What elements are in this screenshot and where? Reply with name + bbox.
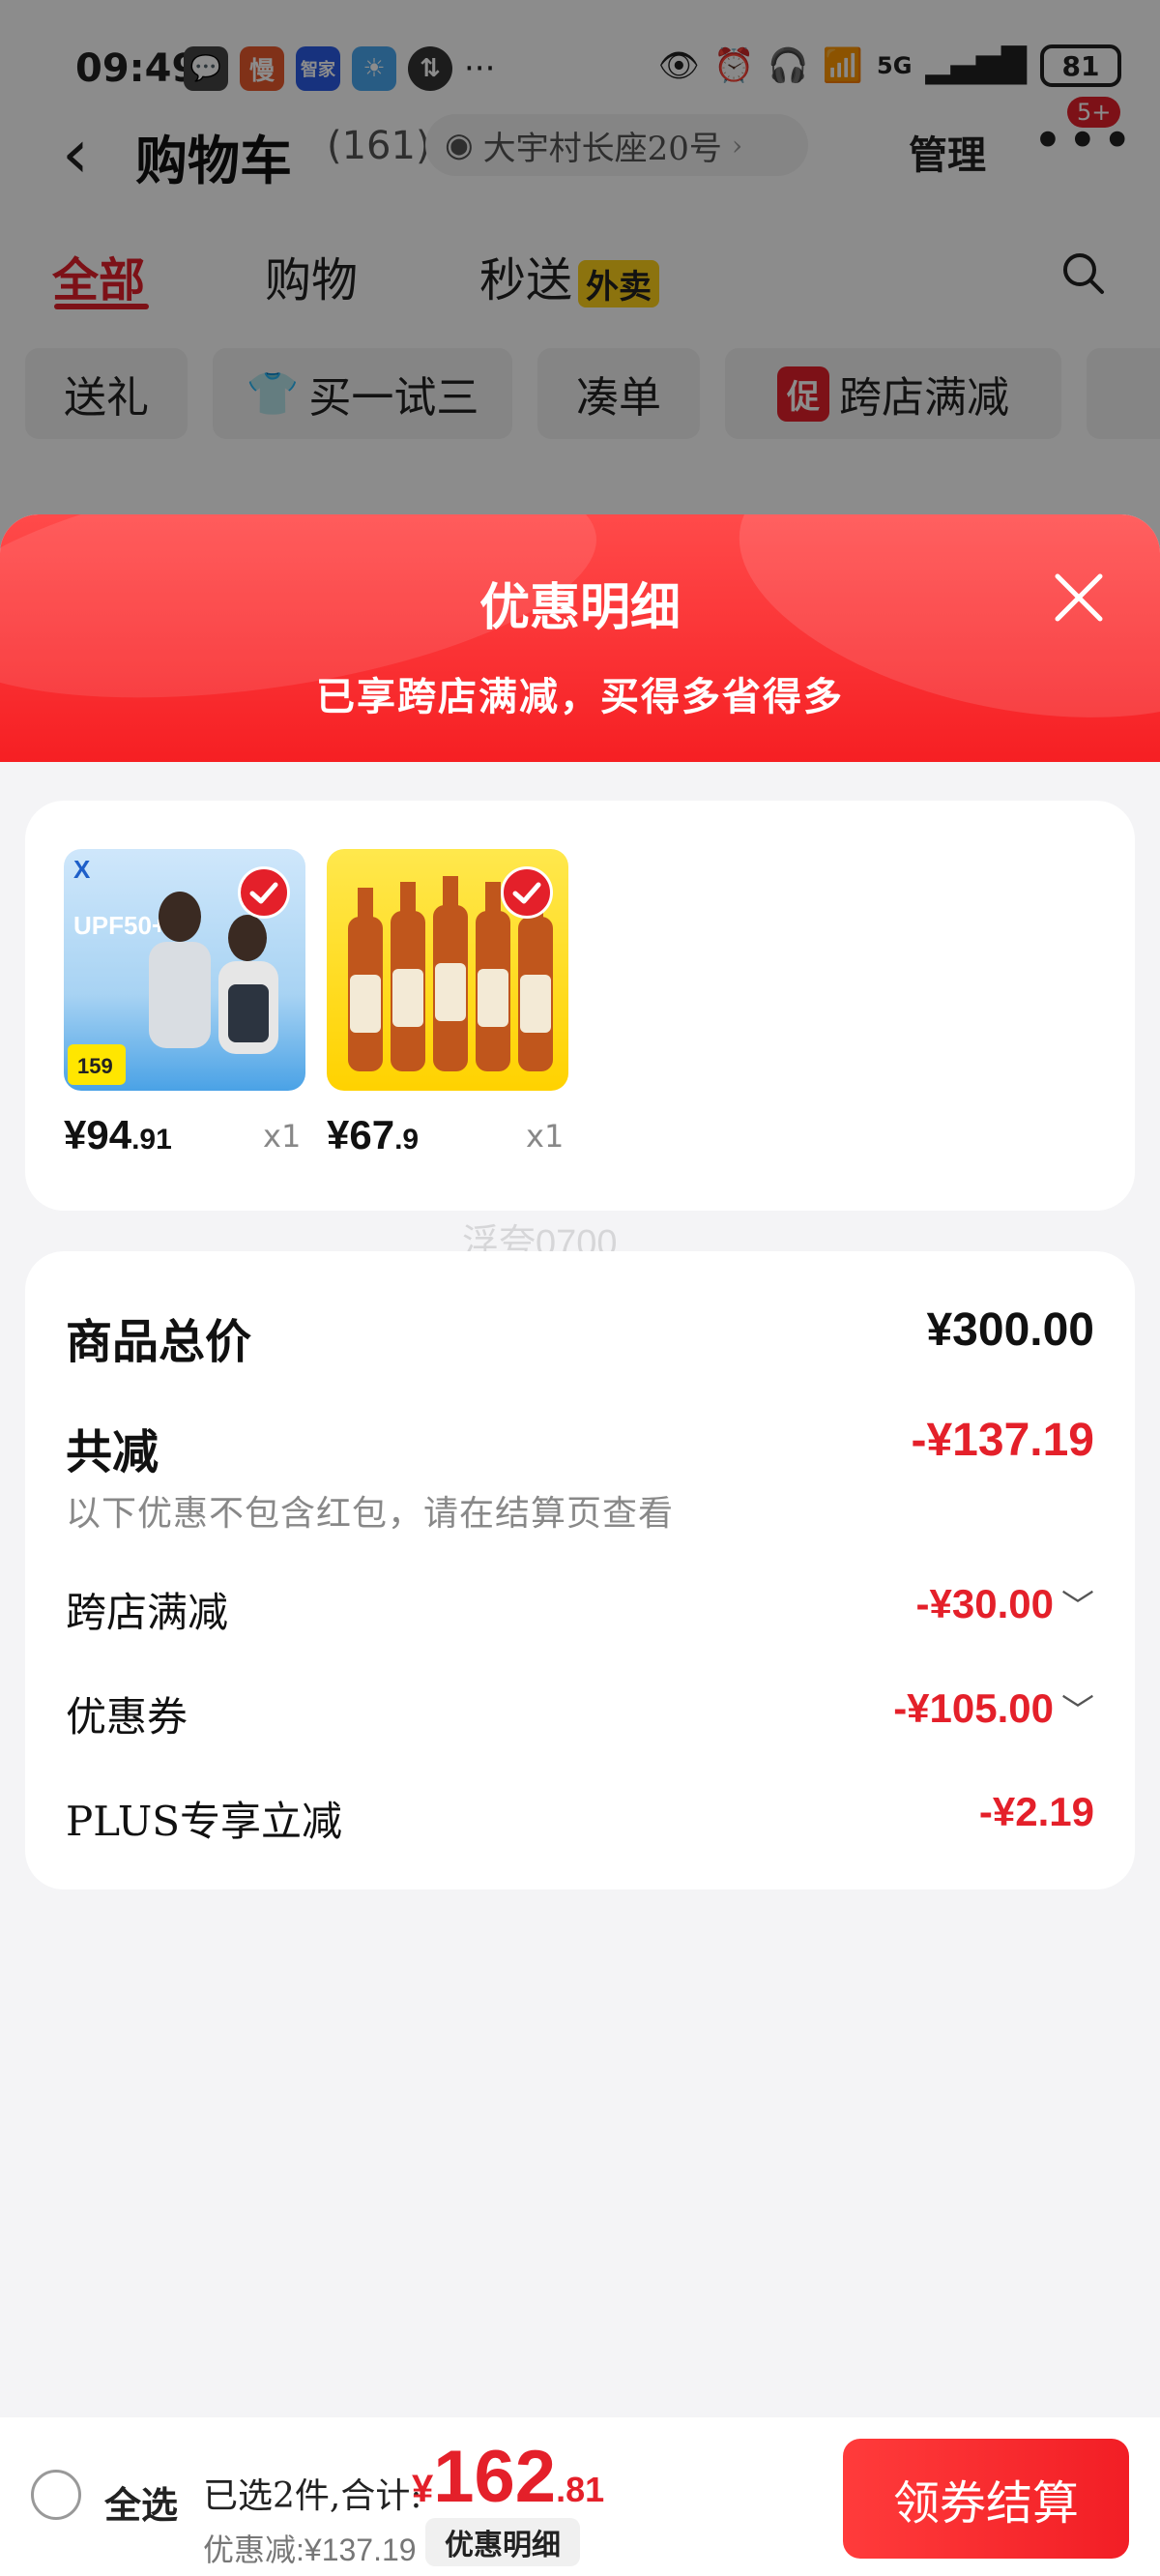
discount-note: 以下优惠不包含红包，请在结算页查看 <box>66 1494 675 1534</box>
discount-line-value: -¥2.19 <box>978 1789 1094 1834</box>
goods-total-label: 商品总价 <box>66 1315 252 1369</box>
svg-text:X: X <box>73 855 91 884</box>
checkout-bar: 全选 已选2件,合计: ¥162.81 优惠减:¥137.19 优惠明细 领券结… <box>0 2417 1160 2576</box>
goods-total-value: ¥300.00 <box>926 1304 1094 1356</box>
discount-amount: -¥30.00 <box>915 1581 1054 1626</box>
discount-line-value: -¥105.00 ﹀ <box>893 1684 1094 1732</box>
coupon-discount-row[interactable]: 优惠券 -¥105.00 ﹀ <box>66 1684 1094 1741</box>
discount-detail-sheet: 优惠明细 已享跨店满减，买得多省得多 X UPF50+ 159 ¥94.91 x… <box>0 514 1160 2576</box>
total-reduction-row: 共减 -¥137.19 <box>66 1414 1095 1479</box>
apparel-product-image: X UPF50+ 159 <box>64 849 305 1091</box>
goods-total-row: 商品总价 ¥300.00 <box>66 1303 1094 1369</box>
price-decimal: .91 <box>131 1124 172 1156</box>
price-integer: ¥94 <box>64 1112 132 1157</box>
discount-amount: -¥105.00 <box>893 1685 1054 1731</box>
total-decimal: .81 <box>556 2470 605 2509</box>
order-total: ¥162.81 <box>412 2435 604 2519</box>
check-icon[interactable] <box>501 866 553 919</box>
selected-count-text: 已选2件,合计: <box>203 2476 422 2516</box>
price-integer: ¥67 <box>327 1112 395 1157</box>
total-reduction-value: -¥137.19 <box>911 1415 1095 1466</box>
chevron-down-icon[interactable]: ﹀ <box>1061 1693 1094 1730</box>
sheet-title: 优惠明细 <box>478 578 681 637</box>
discount-line-label: 优惠券 <box>66 1693 188 1741</box>
discount-summary: 优惠减:¥137.19 <box>203 2532 417 2567</box>
sheet-header: 优惠明细 已享跨店满减，买得多省得多 <box>0 514 1160 762</box>
total-integer: 162 <box>433 2436 557 2518</box>
discount-detail-button[interactable]: 优惠明细 <box>425 2518 580 2566</box>
select-all-checkbox[interactable] <box>31 2470 81 2520</box>
discount-line-value: -¥30.00 ﹀ <box>916 1580 1094 1627</box>
plus-discount-row: PLUS专享立减 -¥2.19 <box>66 1789 1094 1845</box>
check-icon[interactable] <box>238 866 290 919</box>
modal-overlay[interactable] <box>0 0 1160 580</box>
cross-store-discount-row[interactable]: 跨店满减 -¥30.00 ﹀ <box>66 1580 1094 1636</box>
checkout-button[interactable]: 领券结算 <box>843 2439 1129 2559</box>
chevron-down-icon[interactable]: ﹀ <box>1061 1589 1094 1625</box>
upf-badge: UPF50+ <box>73 911 166 940</box>
product-price: ¥67.9 <box>327 1112 419 1158</box>
product-price: ¥94.91 <box>64 1112 172 1158</box>
select-all-label[interactable]: 全选 <box>104 2475 178 2529</box>
sheet-subtitle: 已享跨店满减，买得多省得多 <box>316 674 844 719</box>
total-reduction-label: 共减 <box>66 1425 160 1479</box>
close-icon[interactable] <box>1052 571 1106 625</box>
discount-line-label: PLUS专享立减 <box>66 1798 343 1845</box>
total-currency: ¥ <box>412 2468 434 2510</box>
price-summary-card: 商品总价 ¥300.00 共减 -¥137.19 以下优惠不包含红包，请在结算页… <box>25 1251 1135 1889</box>
price-decimal: .9 <box>394 1124 420 1156</box>
beer-product-image <box>327 849 568 1091</box>
discount-line-label: 跨店满减 <box>66 1589 229 1636</box>
product-quantity: x1 <box>263 1118 302 1155</box>
selected-products-card: X UPF50+ 159 ¥94.91 x1 ¥67.9 x1 <box>25 801 1135 1211</box>
apparel-tag-price: 159 <box>77 1054 113 1078</box>
product-quantity: x1 <box>526 1118 565 1155</box>
